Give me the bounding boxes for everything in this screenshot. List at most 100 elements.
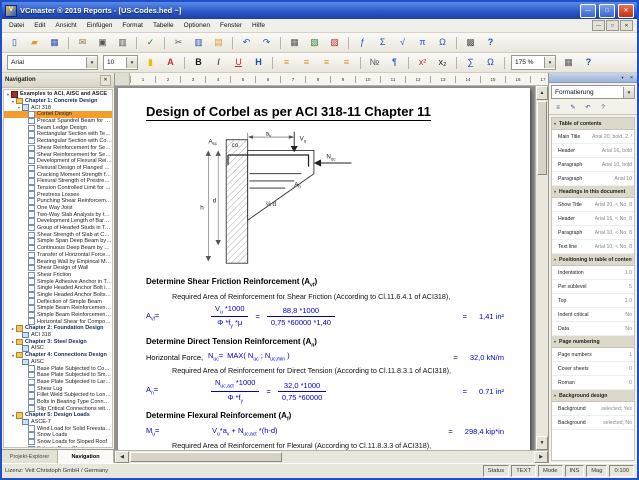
- menu-item[interactable]: Einfügen: [82, 19, 118, 32]
- property-row[interactable]: ▾ Background design: [552, 390, 634, 402]
- table-icon[interactable]: ▦: [285, 34, 304, 52]
- image-icon[interactable]: ▧: [305, 34, 324, 52]
- numbered-list-icon[interactable]: №: [365, 54, 384, 72]
- separator[interactable]: [501, 54, 508, 72]
- menu-item[interactable]: Format: [117, 19, 148, 32]
- tree-item[interactable]: ACI 318: [4, 332, 112, 339]
- tree-item[interactable]: Simple Adhesive Anchor in Tension: [4, 278, 112, 285]
- paragraph-icon[interactable]: ¶: [385, 54, 404, 72]
- property-row[interactable]: Roman 0: [552, 376, 634, 390]
- font-color-icon[interactable]: A: [161, 54, 180, 72]
- horizontal-scrollbar[interactable]: ◀ ▶: [115, 450, 548, 463]
- tree-item[interactable]: ASCE-7: [4, 419, 112, 426]
- tree-item[interactable]: Rectangular Section with Compression Re: [4, 138, 112, 145]
- tree-item[interactable]: Wind Load for Solid Freestanding Walls &: [4, 425, 112, 432]
- new-document-icon[interactable]: ▯: [5, 34, 24, 52]
- property-row[interactable]: ▾ Page numbering: [552, 336, 634, 348]
- subscript-icon[interactable]: x₂: [433, 54, 452, 72]
- tree-item[interactable]: ▸ Chapter 3: Steel Design: [4, 338, 112, 345]
- scroll-down-icon[interactable]: ▼: [536, 436, 548, 450]
- tree-item[interactable]: Seismic Base Shear: [4, 445, 112, 448]
- maximize-button[interactable]: □: [599, 4, 615, 18]
- property-row[interactable]: ▾ Headings in this document: [552, 186, 634, 198]
- navigator-tab[interactable]: Projekt-Explorer: [2, 450, 58, 463]
- tree-item[interactable]: Precast Spandrel Beam for Combined Shear: [4, 118, 112, 125]
- bold-icon[interactable]: B: [189, 54, 208, 72]
- tree-item[interactable]: Simple Beam Reinforcement at Opening: [4, 312, 112, 319]
- separator[interactable]: [453, 34, 460, 52]
- menu-item[interactable]: Datei: [4, 19, 29, 32]
- print-preview-icon[interactable]: ▥: [113, 34, 132, 52]
- edit-icon[interactable]: ✎: [566, 101, 580, 114]
- property-row[interactable]: ▾ Positioning in table of contents: [552, 254, 634, 266]
- spellcheck-icon[interactable]: ✓: [141, 34, 160, 52]
- help-icon[interactable]: ?: [596, 101, 610, 114]
- calculator-icon[interactable]: ▩: [461, 34, 480, 52]
- tree-item[interactable]: ▾ Chapter 1: Concrete Design: [4, 98, 112, 105]
- tree-item[interactable]: Two-Way Slab Analysis by the Direct Des: [4, 211, 112, 218]
- refresh-icon[interactable]: ↶: [581, 101, 595, 114]
- sum-icon[interactable]: ∑: [461, 54, 480, 72]
- navigator-tree[interactable]: ▾ Examples to ACI, AISC and ASCE ▾ Chapt…: [3, 89, 113, 448]
- tree-item[interactable]: Shear Reinforcement for Section Subject …: [4, 145, 112, 152]
- tree-item[interactable]: Development Length of Bars in Tension: [4, 218, 112, 225]
- tree-item[interactable]: Base Plate Subjected to Concentric Loadi: [4, 365, 112, 372]
- tree-item[interactable]: Simple Beam Reinforcement Design: [4, 305, 112, 312]
- separator[interactable]: [229, 34, 236, 52]
- vertical-scrollbar[interactable]: ▲ ▼: [535, 86, 548, 450]
- separator[interactable]: [269, 54, 276, 72]
- property-row[interactable]: Header Arial 16, < No, 8: [552, 212, 634, 226]
- tree-item[interactable]: Single Headed Anchor Bolt in Tension: [4, 285, 112, 292]
- horizontal-ruler[interactable]: 1 2 3 4 5 6 7 8: [130, 73, 548, 85]
- tree-item[interactable]: ▸ Chapter 2: Foundation Design: [4, 325, 112, 332]
- menu-item[interactable]: Hilfe: [247, 19, 270, 32]
- menu-item[interactable]: Ansicht: [50, 19, 81, 32]
- chart-icon[interactable]: ▨: [325, 34, 344, 52]
- tree-item[interactable]: Group of Headed Studs in Tension Near a: [4, 225, 112, 232]
- tree-item[interactable]: ▾ ACI 318: [4, 104, 112, 111]
- tree-item[interactable]: ▾ Chapter 5: Design Loads: [4, 412, 112, 419]
- tree-item[interactable]: Snow Loads for Sloped Roof: [4, 439, 112, 446]
- cut-icon[interactable]: ✂: [169, 34, 188, 52]
- highlight-icon[interactable]: ▮: [141, 54, 160, 72]
- superscript-icon[interactable]: x²: [413, 54, 432, 72]
- tree-item[interactable]: AISC: [4, 345, 112, 352]
- tree-item[interactable]: Deflection of Simple Beam: [4, 298, 112, 305]
- separator[interactable]: [345, 34, 352, 52]
- tree-item[interactable]: Continuous Deep Beam by Strut-and-Tie: [4, 245, 112, 252]
- menu-item[interactable]: Edit: [29, 19, 50, 32]
- document-viewport[interactable]: Design of Corbel as per ACI 318-11 Chapt…: [115, 86, 535, 450]
- scroll-up-icon[interactable]: ▲: [536, 86, 548, 100]
- scroll-left-icon[interactable]: ◀: [115, 451, 129, 463]
- property-row[interactable]: Page numbers 1: [552, 348, 634, 362]
- property-row[interactable]: Paragraph Arial 10, bold: [552, 158, 634, 172]
- open-icon[interactable]: ▰: [25, 34, 44, 52]
- help-icon[interactable]: ?: [579, 54, 598, 72]
- sqrt-icon[interactable]: √: [393, 34, 412, 52]
- tree-item[interactable]: Shear Design of Wall: [4, 265, 112, 272]
- close-icon[interactable]: ✕: [100, 75, 111, 86]
- tree-item[interactable]: One Way Joist: [4, 205, 112, 212]
- separator[interactable]: [133, 34, 140, 52]
- separator[interactable]: [357, 54, 364, 72]
- align-left-icon[interactable]: ≡: [277, 54, 296, 72]
- tree-item[interactable]: Base Plate Subjected to Large Eccentrici…: [4, 379, 112, 386]
- sum-icon[interactable]: Σ: [373, 34, 392, 52]
- formula-icon[interactable]: ƒ: [353, 34, 372, 52]
- tree-item[interactable]: AISC: [4, 359, 112, 366]
- property-row[interactable]: Top 1.0: [552, 294, 634, 308]
- pi-icon[interactable]: π: [413, 34, 432, 52]
- align-right-icon[interactable]: ≡: [317, 54, 336, 72]
- menu-item[interactable]: Fenster: [215, 19, 247, 32]
- document-page[interactable]: Design of Corbel as per ACI 318-11 Chapt…: [118, 88, 530, 450]
- font-select[interactable]: Arial ▼: [7, 55, 98, 70]
- underline-icon[interactable]: U: [229, 54, 248, 72]
- tree-item[interactable]: Prestress Losses: [4, 191, 112, 198]
- tree-item[interactable]: Tension Controlled Limit for Prestressed…: [4, 185, 112, 192]
- tree-item[interactable]: Bearing Wall by Empirical Method: [4, 258, 112, 265]
- search-icon[interactable]: ≡: [551, 101, 565, 114]
- help-icon[interactable]: ?: [481, 34, 500, 52]
- close-button[interactable]: ✕: [618, 4, 634, 18]
- mdi-minimize-button[interactable]: —: [592, 20, 605, 31]
- property-row[interactable]: Show Title Arial 20, < No, 8: [552, 198, 634, 212]
